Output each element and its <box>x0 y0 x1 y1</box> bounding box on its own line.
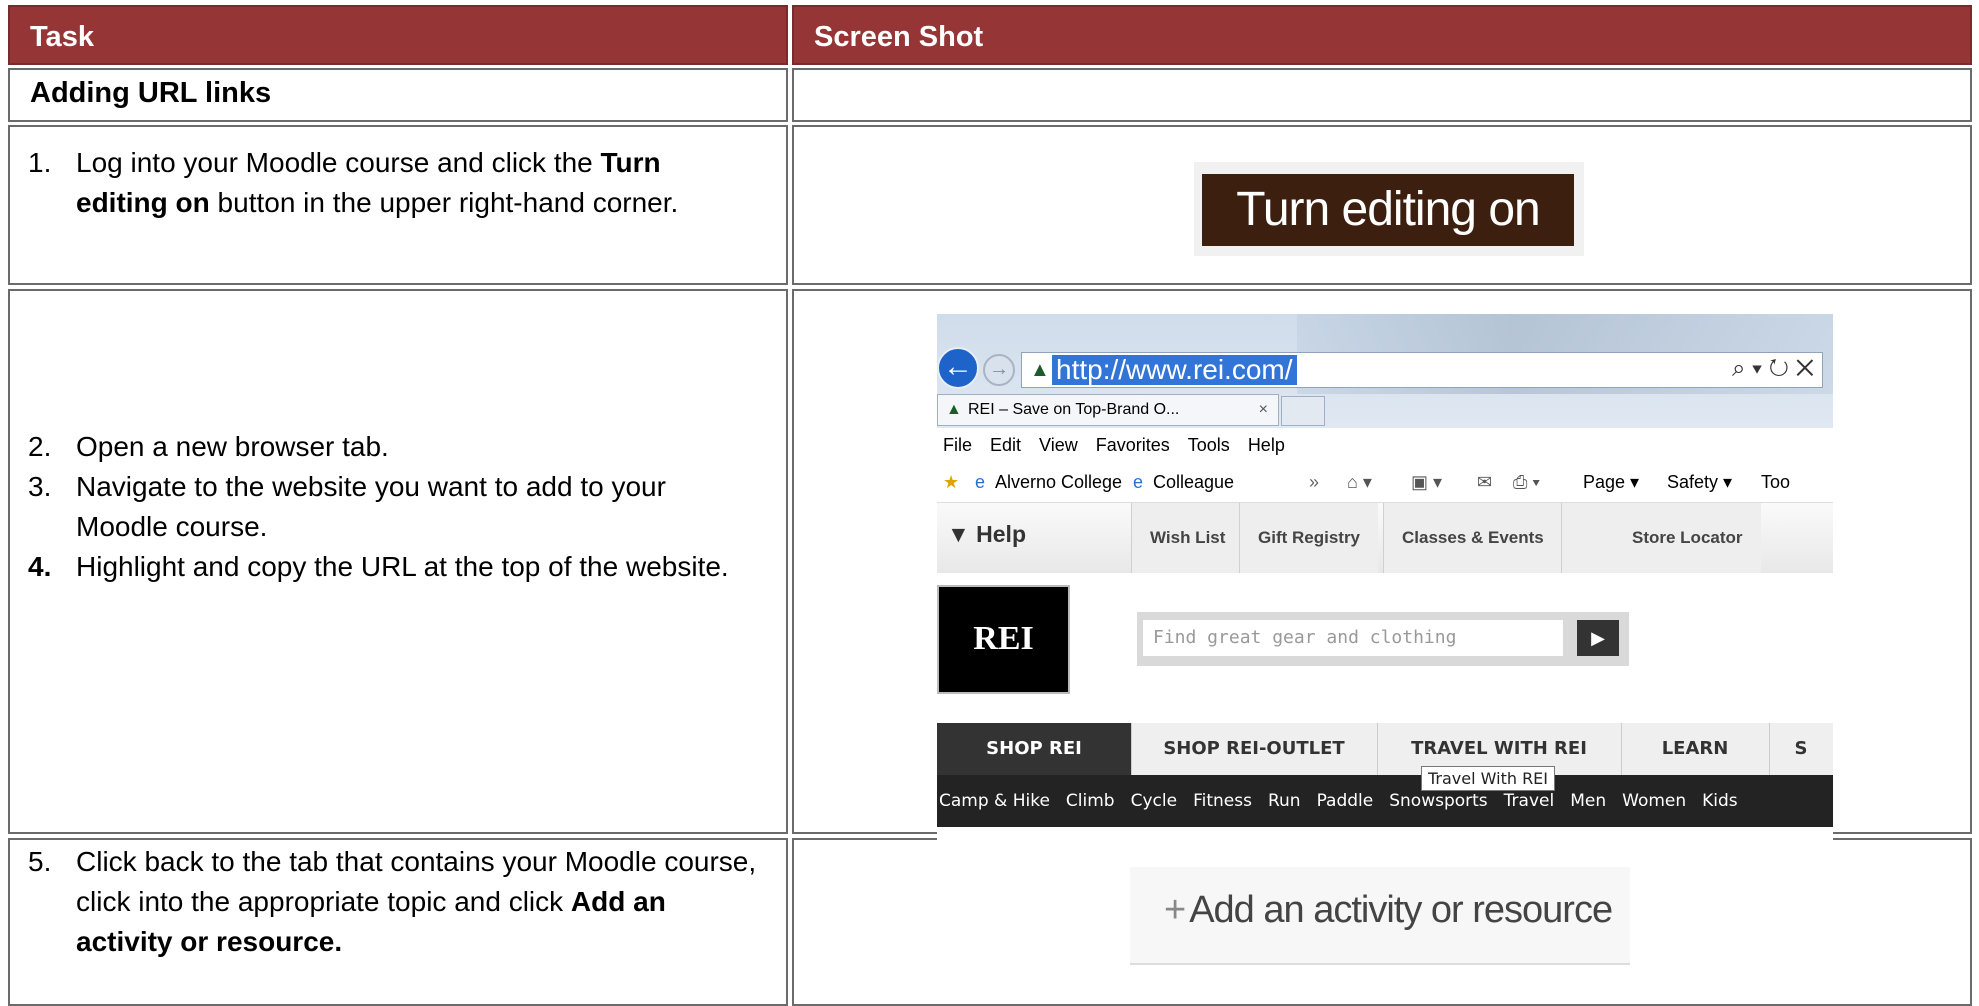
address-url[interactable]: http://www.rei.com/ <box>1052 355 1297 385</box>
shop-tab[interactable]: SHOP REI <box>937 723 1132 775</box>
header-task: Task <box>30 21 94 53</box>
step-text: button in the upper right-hand corner. <box>209 187 679 218</box>
tools-menu[interactable]: Too <box>1761 462 1790 502</box>
address-bar[interactable]: ▲ http://www.rei.com/ ⌕ ▾ ↻ ✕ <box>1021 352 1823 388</box>
safety-menu[interactable]: Safety ▾ <box>1667 462 1732 502</box>
menu-item[interactable]: Edit <box>990 435 1021 455</box>
category-link[interactable]: Fitness <box>1193 791 1252 811</box>
step-item: 3. Navigate to the website you want to ad… <box>28 467 758 547</box>
category-bar: Camp & Hike Climb Cycle Fitness Run Paddle Sno… <box>937 775 1833 827</box>
store-locator-link[interactable]: Store Locator <box>1561 503 1761 573</box>
shop-tab[interactable]: LEARN <box>1621 723 1770 775</box>
add-activity-link[interactable]: + Add an activity or resource <box>1164 889 1613 932</box>
turn-editing-screenshot: Turn editing on <box>1194 162 1584 256</box>
search-input[interactable]: Find great gear and clothing <box>1143 620 1563 656</box>
address-tools[interactable]: ⌕ ▾ ↻ ✕ <box>1732 355 1814 383</box>
menu-bar: File Edit View Favorites Tools Help <box>937 428 1833 462</box>
classes-events-link[interactable]: Classes & Events <box>1383 503 1562 573</box>
shop-tab[interactable]: SHOP REI-OUTLET <box>1131 723 1378 775</box>
gift-registry-link[interactable]: Gift Registry <box>1239 503 1379 573</box>
shop-tab[interactable]: S <box>1769 723 1833 775</box>
tab-title: REI – Save on Top-Brand O... <box>968 401 1180 418</box>
add-activity-label: Add an activity or resource <box>1189 889 1613 931</box>
close-tab-icon[interactable]: × <box>1259 395 1268 425</box>
section-title: Adding URL links <box>30 77 272 109</box>
chevron-icon[interactable]: » <box>1309 462 1319 502</box>
step-number: 5. <box>28 846 52 877</box>
menu-item[interactable]: Favorites <box>1096 435 1170 455</box>
category-link[interactable]: Climb <box>1066 791 1115 811</box>
step-text: Navigate to the website you want to add … <box>76 471 666 542</box>
header-screenshot: Screen Shot <box>814 21 984 53</box>
browser-tab[interactable]: ▲ REI – Save on Top-Brand O... × <box>937 394 1279 426</box>
add-activity-screenshot: + Add an activity or resource <box>1130 867 1630 965</box>
back-arrow-icon[interactable]: ← <box>937 347 979 389</box>
favorites-bar: ★ e Alverno College e Colleague » ⌂ ▾ ▣ … <box>937 462 1833 502</box>
step1-task-cell: 1. Log into your Moodle course and click… <box>8 125 788 285</box>
section-empty-cell <box>792 68 1972 122</box>
search-go-button[interactable]: ▶ <box>1577 620 1619 656</box>
step-number: 4. <box>28 551 52 582</box>
category-link[interactable]: Run <box>1268 791 1301 811</box>
header-task-cell: Task <box>8 5 788 65</box>
menu-item[interactable]: File <box>943 435 972 455</box>
step-number: 2. <box>28 431 52 462</box>
section-title-cell: Adding URL links <box>8 68 788 122</box>
favorites-star-icon[interactable]: ★ <box>943 462 959 502</box>
step-number: 1. <box>28 147 52 178</box>
new-tab-button[interactable] <box>1281 396 1325 426</box>
mail-icon[interactable]: ✉ <box>1477 462 1492 502</box>
wish-list-link[interactable]: Wish List <box>1131 503 1244 573</box>
turn-editing-button[interactable]: Turn editing on <box>1202 174 1574 246</box>
favorite-link[interactable]: Alverno College <box>995 462 1122 502</box>
ie-page-icon: e <box>975 472 986 492</box>
site-utility-bar: ▼ Help Wish List Gift Registry Classes &… <box>937 502 1833 573</box>
step-item: 2. Open a new browser tab. <box>28 427 758 467</box>
step-list-2: 2. Open a new browser tab. 3. Navigate to … <box>28 427 758 587</box>
category-link[interactable]: Men <box>1570 791 1606 811</box>
home-icon[interactable]: ⌂ ▾ <box>1347 462 1372 502</box>
step2-task-cell: 2. Open a new browser tab. 3. Navigate to … <box>8 289 788 834</box>
page-menu[interactable]: Page ▾ <box>1583 462 1639 502</box>
menu-item[interactable]: Help <box>1248 435 1285 455</box>
ie-page-icon: e <box>1133 472 1144 492</box>
category-link[interactable]: Kids <box>1702 791 1738 811</box>
site-search: Find great gear and clothing ▶ <box>1137 612 1629 666</box>
print-icon[interactable]: ⎙ ▾ <box>1513 462 1540 502</box>
tree-icon: ▲ <box>1030 359 1050 381</box>
tree-icon: ▲ <box>946 401 962 418</box>
help-menu[interactable]: ▼ Help <box>947 521 1026 548</box>
category-link[interactable]: Cycle <box>1131 791 1177 811</box>
category-link[interactable]: Paddle <box>1317 791 1374 811</box>
step-list-1: 1. Log into your Moodle course and click… <box>28 143 758 223</box>
step-text: Highlight and copy the URL at the top of… <box>76 551 729 582</box>
menu-item[interactable]: View <box>1039 435 1078 455</box>
rei-logo[interactable]: REI <box>937 585 1070 694</box>
feeds-icon[interactable]: ▣ ▾ <box>1411 462 1442 502</box>
step-text: Open a new browser tab. <box>76 431 389 462</box>
forward-arrow-icon[interactable]: → <box>983 354 1015 386</box>
category-link[interactable]: Camp & Hike <box>939 791 1050 811</box>
category-link[interactable]: Snowsports <box>1389 791 1487 811</box>
favorite-link[interactable]: Colleague <box>1153 462 1234 502</box>
plus-icon: + <box>1164 889 1186 931</box>
header-screenshot-cell: Screen Shot <box>792 5 1972 65</box>
step-item: 5. Click back to the tab that contains y… <box>28 842 758 962</box>
step-list-3: 5. Click back to the tab that contains y… <box>28 842 758 962</box>
step5-task-cell: 5. Click back to the tab that contains y… <box>8 838 788 1006</box>
step-text: Log into your Moodle course and click th… <box>76 147 601 178</box>
browser-screenshot: ← → ▲ http://www.rei.com/ ⌕ ▾ ↻ ✕ ▲ REI … <box>937 314 1833 851</box>
category-link[interactable]: Women <box>1622 791 1686 811</box>
shop-tabs: SHOP REI SHOP REI-OUTLET TRAVEL WITH REI… <box>937 723 1833 775</box>
step-item: 4. Highlight and copy the URL at the top … <box>28 547 758 587</box>
menu-item[interactable]: Tools <box>1188 435 1230 455</box>
step-number: 3. <box>28 471 52 502</box>
tooltip: Travel With REI <box>1421 766 1556 791</box>
category-link[interactable]: Travel <box>1504 791 1555 811</box>
step-item: 1. Log into your Moodle course and click… <box>28 143 758 223</box>
